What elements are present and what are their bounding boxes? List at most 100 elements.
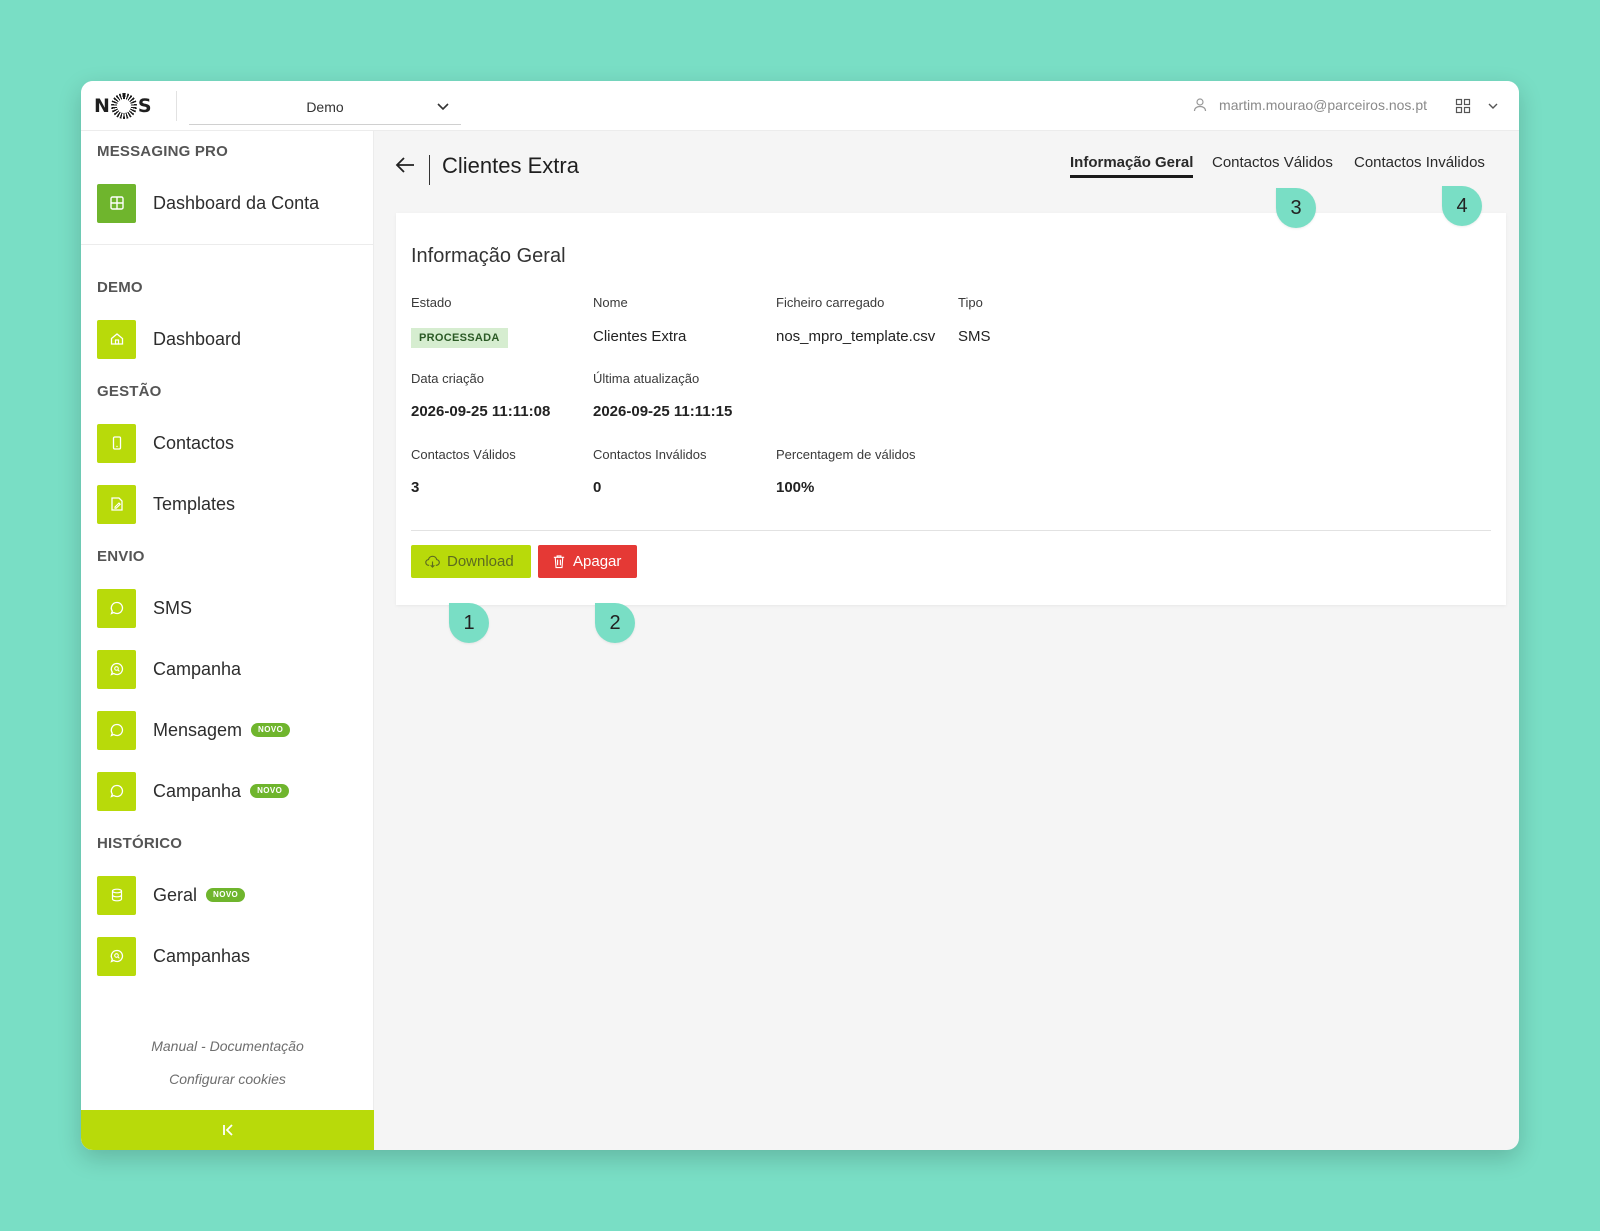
sidebar-item-label: Campanha	[153, 780, 242, 801]
info-card: Informação Geral Estado Nome Ficheiro ca…	[396, 213, 1506, 605]
label-nome: Nome	[593, 295, 628, 310]
label-tipo: Tipo	[958, 295, 983, 310]
user-menu[interactable]: martim.mourao@parceiros.nos.pt	[1193, 97, 1427, 113]
user-icon	[1193, 98, 1207, 112]
edit-document-icon	[97, 484, 136, 524]
value-contactos-validos: 3	[411, 479, 420, 496]
value-data-criacao: 2026-09-25 11:11:08	[411, 403, 551, 420]
sidebar-item-label: Mensagem	[153, 719, 243, 740]
value-contactos-invalidos: 0	[593, 479, 602, 496]
callout-marker: 4	[1442, 186, 1482, 226]
page-title: Clientes Extra	[442, 153, 579, 178]
section-title-historico: HISTÓRICO	[97, 835, 183, 852]
tab-informacao-geral[interactable]: Informação Geral	[1070, 154, 1194, 178]
chat-bubble-icon	[97, 771, 136, 811]
status-badge: PROCESSADA	[411, 328, 508, 348]
chat-bubble-icon	[97, 710, 136, 750]
sidebar-item-geral[interactable]: Geral NOVO	[97, 875, 246, 915]
sidebar: MESSAGING PRO Dashboard da Conta DEMO Da…	[81, 131, 374, 1150]
section-title-gestao: GESTÃO	[97, 383, 162, 400]
chevron-down-icon	[437, 103, 449, 111]
logo-ring-icon	[110, 93, 137, 119]
sidebar-item-templates[interactable]: Templates	[97, 484, 235, 524]
database-icon	[97, 875, 136, 915]
main-content: Clientes Extra Informação Geral Contacto…	[374, 131, 1519, 1150]
delete-button-label: Apagar	[573, 553, 622, 570]
nos-logo[interactable]: N S	[94, 92, 152, 120]
label-contactos-validos: Contactos Válidos	[411, 447, 516, 462]
user-email: martim.mourao@parceiros.nos.pt	[1219, 97, 1427, 113]
sidebar-item-sms[interactable]: SMS	[97, 588, 192, 628]
delete-button[interactable]: Apagar	[538, 545, 637, 578]
sidebar-item-label: Templates	[153, 493, 236, 514]
sidebar-item-dashboard-da-conta[interactable]: Dashboard da Conta	[97, 183, 319, 223]
grid-icon	[97, 183, 136, 223]
callout-marker: 3	[1276, 188, 1316, 228]
sidebar-item-campanhas[interactable]: Campanhas	[97, 936, 250, 976]
callout-number: 2	[609, 611, 621, 634]
sidebar-item-campanha[interactable]: Campanha	[97, 649, 241, 689]
sidebar-item-campanha-novo[interactable]: Campanha NOVO	[97, 771, 290, 811]
new-badge: NOVO	[251, 723, 291, 737]
divider	[81, 244, 374, 245]
sidebar-item-label: Dashboard	[153, 328, 242, 349]
label-percentagem: Percentagem de válidos	[776, 447, 916, 462]
value-ficheiro: nos_mpro_template.csv	[776, 328, 936, 345]
divider	[176, 91, 177, 121]
section-title-demo: DEMO	[97, 279, 143, 296]
label-ultima-atualizacao: Última atualização	[593, 371, 700, 386]
divider	[411, 530, 1491, 531]
new-badge: NOVO	[250, 784, 290, 798]
logo-letter-s: S	[137, 95, 152, 117]
cloud-download-icon	[425, 555, 440, 568]
sidebar-item-label: Dashboard da Conta	[153, 192, 320, 213]
collapse-icon	[222, 1124, 233, 1136]
logo-letter-n: N	[94, 95, 110, 117]
manual-documentation-link[interactable]: Manual - Documentação	[81, 1038, 374, 1054]
value-nome: Clientes Extra	[593, 328, 687, 345]
download-button-label: Download	[447, 553, 514, 570]
card-title: Informação Geral	[411, 245, 566, 267]
callout-number: 4	[1456, 194, 1468, 217]
section-title-messaging-pro: MESSAGING PRO	[97, 143, 228, 160]
sidebar-item-label: Geral	[153, 884, 198, 905]
section-title-envio: ENVIO	[97, 548, 145, 565]
configure-cookies-link[interactable]: Configurar cookies	[81, 1071, 374, 1087]
value-ultima-atualizacao: 2026-09-25 11:11:15	[593, 403, 733, 420]
tab-contactos-invalidos[interactable]: Contactos Inválidos	[1354, 154, 1485, 175]
workspace-select[interactable]: Demo	[189, 89, 461, 125]
label-estado: Estado	[411, 295, 452, 310]
trash-icon	[553, 555, 565, 569]
sidebar-item-label: Campanhas	[153, 945, 251, 966]
app-window: N S Demo martim.mourao@parceiros.nos.pt …	[81, 81, 1519, 1150]
back-arrow-icon[interactable]	[394, 155, 416, 175]
download-button[interactable]: Download	[411, 545, 531, 578]
callout-number: 3	[1290, 196, 1302, 219]
divider	[429, 155, 430, 185]
sidebar-item-label: SMS	[153, 597, 193, 618]
label-contactos-invalidos: Contactos Inválidos	[593, 447, 707, 462]
sidebar-item-label: Contactos	[153, 432, 235, 453]
callout-marker: 2	[595, 603, 635, 643]
collapse-sidebar-button[interactable]	[81, 1110, 374, 1150]
apps-grid-icon[interactable]	[1455, 98, 1471, 114]
value-percentagem: 100%	[776, 479, 815, 496]
sidebar-item-dashboard[interactable]: Dashboard	[97, 319, 241, 359]
label-ficheiro: Ficheiro carregado	[776, 295, 885, 310]
home-icon	[97, 319, 136, 359]
phone-icon	[97, 423, 136, 463]
top-bar: N S Demo martim.mourao@parceiros.nos.pt	[81, 81, 1519, 131]
chat-search-icon	[97, 649, 136, 689]
chevron-down-icon[interactable]	[1487, 100, 1499, 112]
chat-search-icon	[97, 936, 136, 976]
callout-marker: 1	[449, 603, 489, 643]
tab-contactos-validos[interactable]: Contactos Válidos	[1212, 154, 1333, 175]
label-data-criacao: Data criação	[411, 371, 484, 386]
chat-bubble-icon	[97, 588, 136, 628]
sidebar-item-label: Campanha	[153, 658, 242, 679]
callout-number: 1	[463, 611, 475, 634]
new-badge: NOVO	[206, 888, 246, 902]
sidebar-item-mensagem[interactable]: Mensagem NOVO	[97, 710, 291, 750]
sidebar-item-contactos[interactable]: Contactos	[97, 423, 234, 463]
value-tipo: SMS	[958, 328, 991, 345]
